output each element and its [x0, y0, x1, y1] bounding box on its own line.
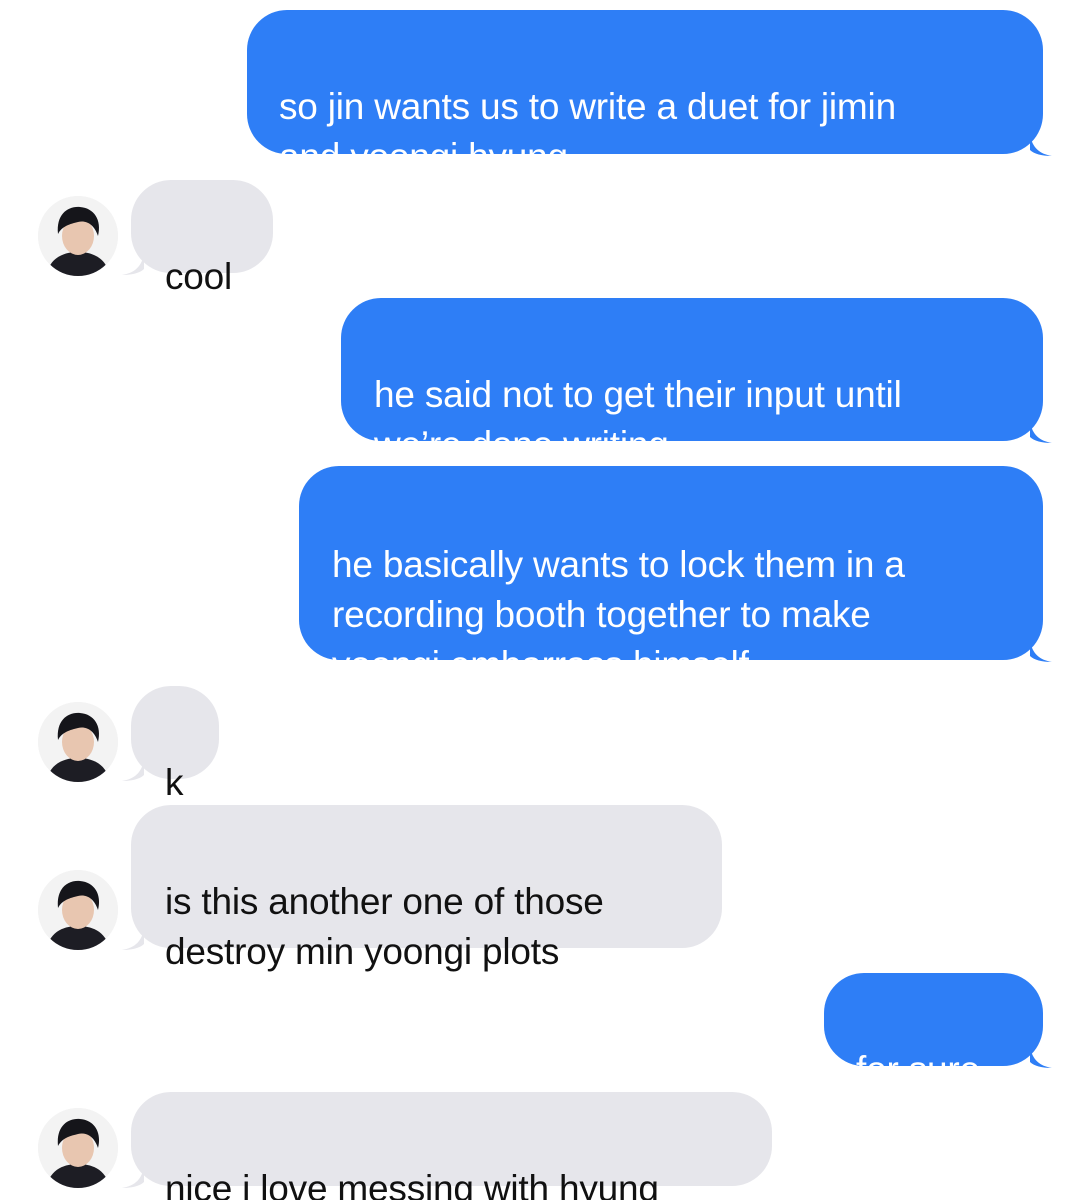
- contact-avatar[interactable]: [38, 1108, 118, 1188]
- bubble-tail: [1030, 134, 1052, 156]
- message-text: is this another one of those destroy min…: [165, 881, 604, 972]
- bubble-tail: [1030, 421, 1052, 443]
- bubble-tail: [1030, 640, 1052, 662]
- received-message-bubble[interactable]: is this another one of those destroy min…: [122, 805, 722, 972]
- message-thread: so jin wants us to write a duet for jimi…: [0, 0, 1066, 1200]
- bubble-tail: [122, 1166, 144, 1188]
- bubble-tail: [122, 253, 144, 275]
- sent-message-bubble[interactable]: so jin wants us to write a duet for jimi…: [247, 10, 1052, 177]
- sent-message-bubble[interactable]: he basically wants to lock them in a rec…: [299, 466, 1052, 685]
- contact-avatar[interactable]: [38, 196, 118, 276]
- message-text: k: [165, 762, 184, 803]
- message-text: cool: [165, 256, 233, 297]
- bubble-tail: [122, 928, 144, 950]
- contact-avatar[interactable]: [38, 702, 118, 782]
- person-photo-icon: [38, 1108, 118, 1188]
- person-photo-icon: [38, 870, 118, 950]
- message-text: he said not to get their input until we’…: [374, 374, 902, 465]
- received-message-bubble[interactable]: k: [122, 686, 219, 803]
- message-text: for sure: [856, 1049, 980, 1090]
- sent-message-bubble[interactable]: for sure: [824, 973, 1052, 1090]
- received-message-bubble[interactable]: nice i love messing with hyung: [122, 1092, 772, 1200]
- received-message-bubble[interactable]: cool: [122, 180, 273, 297]
- bubble-tail: [122, 759, 144, 781]
- contact-avatar[interactable]: [38, 870, 118, 950]
- message-text: so jin wants us to write a duet for jimi…: [279, 86, 896, 177]
- message-text: nice i love messing with hyung: [165, 1168, 659, 1200]
- sent-message-bubble[interactable]: he said not to get their input until we’…: [341, 298, 1052, 465]
- message-text: he basically wants to lock them in a rec…: [332, 544, 905, 685]
- person-photo-icon: [38, 196, 118, 276]
- person-photo-icon: [38, 702, 118, 782]
- bubble-tail: [1030, 1046, 1052, 1068]
